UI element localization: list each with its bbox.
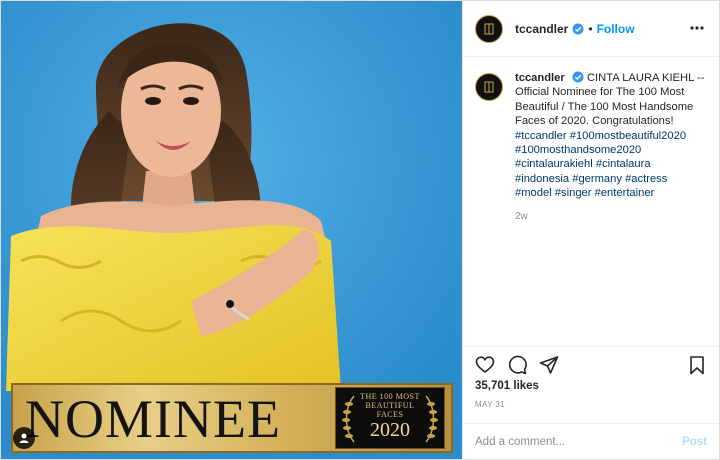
instagram-post-modal: NOMINEE THE 100 MOST BEAUTIFUL FACES 202… [0, 0, 720, 460]
hashtag-line-3[interactable]: #cintalaurakiehl #cintalaura [515, 157, 705, 171]
tccandler-logo-icon [484, 81, 494, 93]
person-tag-icon [19, 433, 29, 443]
hashtag-line-4[interactable]: #indonesia #germany #actress [515, 172, 705, 186]
caption-text: tccandler CINTA LAURA KIEHL -- Official … [515, 71, 705, 201]
more-options-icon[interactable] [689, 21, 705, 35]
verified-icon [572, 23, 584, 34]
caption-row: tccandler CINTA LAURA KIEHL -- Official … [475, 71, 707, 222]
action-bar [463, 346, 719, 376]
nominee-text: NOMINEE [25, 389, 281, 449]
separator-dot: • [588, 21, 593, 36]
likes-count[interactable]: 35,701 likes [463, 376, 719, 392]
caption-line-2: Official Nominee for The 100 Most [515, 86, 685, 99]
tagged-people-button[interactable] [13, 427, 35, 449]
post-image[interactable]: NOMINEE THE 100 MOST BEAUTIFUL FACES 202… [1, 1, 463, 459]
heart-icon[interactable] [475, 355, 495, 375]
100-most-beautiful-badge: THE 100 MOST BEAUTIFUL FACES 2020 [335, 387, 445, 449]
comment-icon[interactable] [507, 355, 527, 375]
verified-icon [572, 71, 584, 83]
caption-area: tccandler CINTA LAURA KIEHL -- Official … [463, 57, 719, 346]
hashtag-line-1[interactable]: #tccandler #100mostbeautiful2020 [515, 129, 705, 143]
nominee-banner: NOMINEE THE 100 MOST BEAUTIFUL FACES 202… [11, 383, 453, 453]
post-comment-button[interactable]: Post [682, 436, 707, 448]
hashtag-line-2[interactable]: #100mosthandsome2020 [515, 143, 705, 157]
caption-username[interactable]: tccandler [515, 72, 565, 84]
post-date: MAY 31 [475, 400, 506, 409]
caption-avatar[interactable] [475, 73, 503, 101]
follow-button[interactable]: Follow [597, 22, 635, 36]
header-username[interactable]: tccandler [515, 22, 568, 36]
caption-line-4: Faces of 2020. Congratulations! [515, 115, 674, 128]
caption-line-1: CINTA LAURA KIEHL -- [586, 72, 705, 84]
caption-body: tccandler CINTA LAURA KIEHL -- Official … [515, 71, 705, 222]
comment-input[interactable] [475, 435, 683, 448]
caption-line-3: Beautiful / The 100 Most Handsome [515, 100, 694, 113]
share-icon[interactable] [539, 355, 559, 375]
laurel-left-icon [342, 395, 355, 443]
post-side-panel: tccandler • Follow tccandler CINTA LAURA… [463, 1, 719, 459]
time-ago: 2w [515, 210, 528, 222]
bookmark-icon[interactable] [687, 355, 707, 375]
hashtag-line-5[interactable]: #model #singer #entertainer [515, 186, 705, 200]
avatar[interactable] [475, 14, 503, 43]
comment-bar: Post [463, 423, 719, 459]
post-header: tccandler • Follow [463, 1, 719, 57]
tccandler-logo-icon [484, 23, 494, 34]
laurel-right-icon [425, 395, 438, 443]
